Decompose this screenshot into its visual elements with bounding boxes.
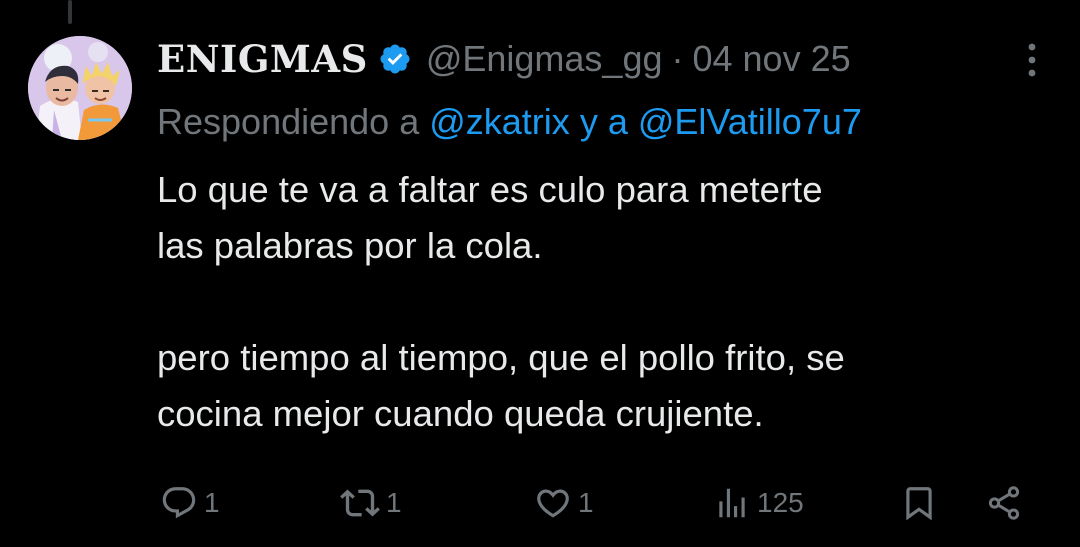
share-button[interactable] <box>985 478 1023 528</box>
reply-button[interactable]: 1 <box>160 478 220 528</box>
more-icon <box>1028 43 1036 77</box>
bookmark-button[interactable] <box>900 478 938 528</box>
like-count: 1 <box>578 487 594 518</box>
reply-count: 1 <box>204 487 220 518</box>
tweet-text-line: pero tiempo al tiempo, que el pollo frit… <box>157 337 845 378</box>
author-handle[interactable]: @Enigmas_gg <box>426 38 663 80</box>
repost-icon <box>340 489 380 517</box>
replying-joiner[interactable]: y a <box>580 101 628 143</box>
replying-prefix: Respondiendo a <box>157 101 420 142</box>
mention-link-elvatillo[interactable]: @ElVatillo7u7 <box>638 101 862 143</box>
thread-connector-line <box>68 0 72 24</box>
views-chart-icon <box>719 488 745 518</box>
separator-dot: · <box>671 38 684 79</box>
display-name[interactable]: ENIGMAS <box>157 37 368 81</box>
avatar[interactable] <box>28 36 132 140</box>
mention-link-zkatrix[interactable]: @zkatrix <box>429 101 570 143</box>
more-button[interactable] <box>1012 38 1052 82</box>
tweet-text-line: Lo que te va a faltar es culo para meter… <box>157 169 823 210</box>
views-button[interactable]: 125 <box>713 478 804 528</box>
replying-to: Respondiendo a @zkatrix y a @ElVatillo7u… <box>157 96 862 148</box>
repost-button[interactable]: 1 <box>340 478 402 528</box>
reply-icon <box>162 487 196 519</box>
verified-badge-icon <box>380 44 410 74</box>
tweet-date[interactable]: 04 nov 25 <box>692 38 850 80</box>
repost-count: 1 <box>386 487 402 518</box>
view-count: 125 <box>757 487 804 518</box>
share-icon <box>988 486 1020 520</box>
avatar-image <box>28 36 132 140</box>
tweet-text-line: cocina mejor cuando queda crujiente. <box>157 393 764 434</box>
tweet-text-line: las palabras por la cola. <box>157 225 543 266</box>
bookmark-icon <box>906 487 932 521</box>
tweet-text: Lo que te va a faltar es culo para meter… <box>157 162 1057 442</box>
like-button[interactable]: 1 <box>534 478 594 528</box>
heart-icon <box>537 489 569 518</box>
tweet-header: ENIGMAS @Enigmas_gg · 04 nov 25 <box>157 34 851 84</box>
action-bar: 1 1 1 125 <box>0 478 1080 528</box>
